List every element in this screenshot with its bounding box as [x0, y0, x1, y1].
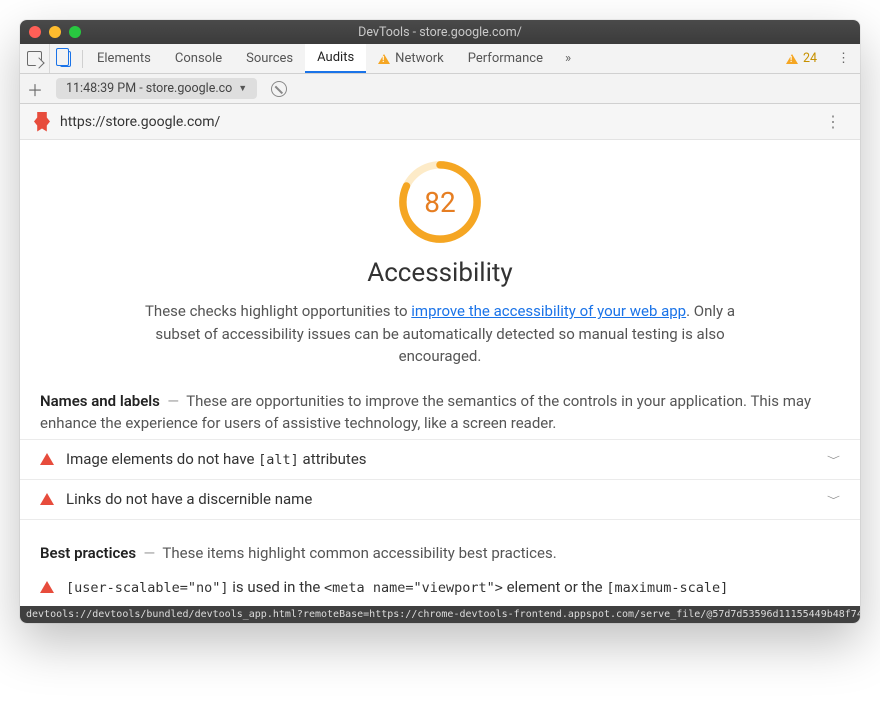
- console-warning-count[interactable]: 24: [776, 44, 827, 73]
- tabs-left-tools: [20, 44, 85, 73]
- tab-label: Network: [395, 51, 444, 66]
- warning-icon: [378, 54, 390, 64]
- audit-run-tab[interactable]: 11:48:39 PM - store.google.co ▼: [56, 78, 257, 99]
- audit-title: [user-scalable="no"] is used in the <met…: [66, 578, 728, 596]
- warning-icon: [786, 54, 798, 64]
- traffic-lights: [20, 26, 81, 38]
- category-title: Accessibility: [367, 258, 513, 288]
- audit-item[interactable]: Links do not have a discernible name ﹀: [20, 480, 860, 520]
- accessibility-docs-link[interactable]: improve the accessibility of your web ap…: [411, 302, 686, 320]
- devtools-settings-menu[interactable]: ⋮: [827, 44, 860, 73]
- tabs-overflow-button[interactable]: »: [555, 44, 581, 73]
- report-url: https://store.google.com/: [60, 114, 220, 130]
- inspect-element-button[interactable]: [20, 44, 50, 73]
- tab-sources[interactable]: Sources: [234, 44, 305, 73]
- tab-label: Sources: [246, 51, 293, 66]
- report-menu-button[interactable]: ⋮: [821, 112, 846, 131]
- report-url-bar: https://store.google.com/ ⋮: [20, 104, 860, 140]
- audits-toolbar: ＋ 11:48:39 PM - store.google.co ▼: [20, 74, 860, 104]
- tab-performance[interactable]: Performance: [456, 44, 555, 73]
- audit-title: Links do not have a discernible name: [66, 490, 312, 508]
- toggle-device-toolbar-button[interactable]: [50, 44, 80, 73]
- chevron-down-icon: ﹀: [827, 452, 840, 465]
- tab-audits[interactable]: Audits: [305, 44, 366, 73]
- status-bar-url: devtools://devtools/bundled/devtools_app…: [26, 606, 860, 623]
- zoom-window-button[interactable]: [69, 26, 81, 38]
- fail-icon: [40, 581, 54, 593]
- tab-label: Console: [175, 51, 222, 66]
- inspect-icon: [27, 51, 42, 66]
- audit-item[interactable]: Image elements do not have [alt] attribu…: [20, 440, 860, 480]
- group-description: These items highlight common accessibili…: [162, 544, 556, 562]
- audit-group-best-practices: Best practices — These items highlight c…: [20, 520, 860, 569]
- tab-network[interactable]: Network: [366, 44, 456, 73]
- chevron-down-icon: ▼: [238, 83, 247, 94]
- device-icon: [60, 51, 71, 67]
- fail-icon: [40, 493, 54, 505]
- tab-label: Elements: [97, 51, 151, 66]
- devtools-tab-strip: Elements Console Sources Audits Network …: [20, 44, 860, 74]
- tab-label: Performance: [468, 51, 543, 66]
- tab-label: Audits: [317, 50, 354, 65]
- new-audit-button[interactable]: ＋: [20, 74, 50, 103]
- score-gauge: 82 Accessibility These checks highlight …: [20, 160, 860, 368]
- tab-elements[interactable]: Elements: [85, 44, 163, 73]
- gauge-ring: 82: [398, 160, 482, 244]
- window-title: DevTools - store.google.com/: [20, 25, 860, 40]
- fail-icon: [40, 453, 54, 465]
- close-window-button[interactable]: [29, 26, 41, 38]
- separator: [82, 50, 83, 68]
- group-title: Best practices: [40, 544, 136, 562]
- group-title: Names and labels: [40, 392, 160, 410]
- audit-run-label: 11:48:39 PM - store.google.co: [66, 81, 232, 96]
- audit-item[interactable]: [user-scalable="no"] is used in the <met…: [20, 568, 860, 606]
- window-titlebar: DevTools - store.google.com/: [20, 20, 860, 44]
- minimize-window-button[interactable]: [49, 26, 61, 38]
- devtools-window: DevTools - store.google.com/ Elements Co…: [20, 20, 860, 623]
- audit-group-names-and-labels: Names and labels — These are opportuniti…: [20, 368, 860, 440]
- chevron-down-icon: ﹀: [827, 492, 840, 505]
- lighthouse-icon: [34, 112, 50, 132]
- audit-title: Image elements do not have [alt] attribu…: [66, 450, 367, 468]
- lighthouse-report: 82 Accessibility These checks highlight …: [20, 140, 860, 606]
- warning-count-value: 24: [803, 51, 817, 66]
- status-bar: devtools://devtools/bundled/devtools_app…: [20, 606, 860, 623]
- category-description: These checks highlight opportunities to …: [130, 300, 750, 368]
- gauge-score: 82: [398, 160, 482, 244]
- clear-audits-button[interactable]: [271, 81, 287, 97]
- tab-console[interactable]: Console: [163, 44, 234, 73]
